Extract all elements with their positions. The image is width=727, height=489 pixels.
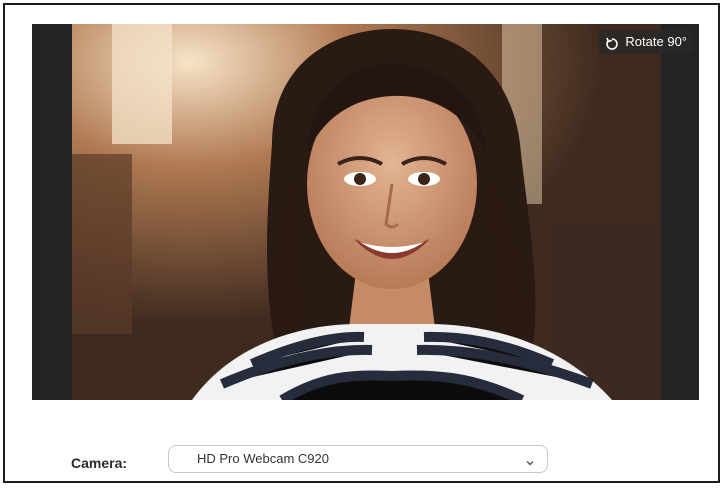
- camera-selector-row: Camera: HD Pro Webcam C920: [5, 445, 718, 475]
- camera-feed-image: [72, 24, 661, 400]
- rotate-icon: [605, 35, 619, 50]
- chevron-down-icon: [525, 455, 535, 466]
- camera-preview: Rotate 90°: [32, 24, 699, 400]
- rotate-90-label: Rotate 90°: [625, 34, 687, 49]
- preview-letterbox-right: [661, 24, 699, 400]
- rotate-90-button[interactable]: Rotate 90°: [599, 30, 693, 54]
- camera-selected-value: HD Pro Webcam C920: [197, 451, 329, 466]
- camera-label: Camera:: [71, 455, 128, 471]
- camera-dropdown[interactable]: HD Pro Webcam C920: [168, 445, 548, 473]
- video-settings-panel: Rotate 90° Camera: HD Pro Webcam C920: [3, 3, 720, 483]
- preview-letterbox-left: [32, 24, 72, 400]
- webcam-photo: [72, 24, 661, 400]
